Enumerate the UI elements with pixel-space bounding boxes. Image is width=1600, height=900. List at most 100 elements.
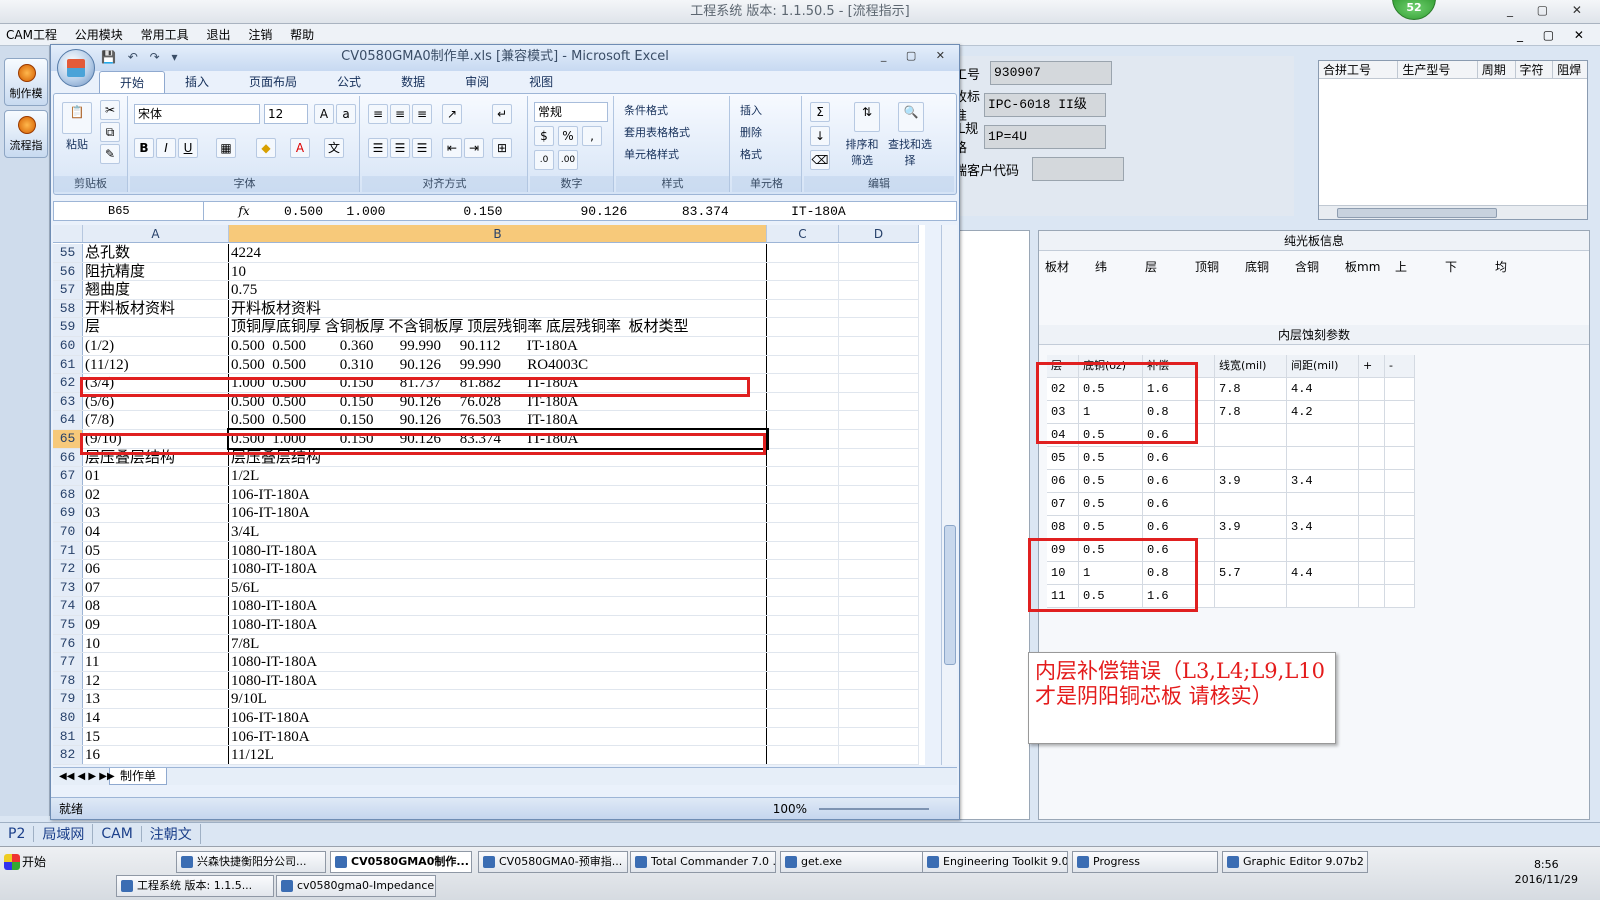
etch-row[interactable]: 08 0.5 0.6 3.9 3.4 [1047, 516, 1415, 539]
tab-formulas[interactable]: 公式 [317, 71, 381, 93]
etch-cell[interactable]: 1 [1079, 562, 1143, 585]
sheet-row[interactable]: 74 08 1080-IT-180A [53, 597, 919, 616]
taskbar-item[interactable]: cv0580gma0-Impedance... [276, 875, 436, 897]
cell-c[interactable] [767, 448, 839, 467]
cell-b[interactable]: 5/6L [229, 578, 767, 597]
cell-d[interactable] [839, 392, 919, 411]
etch-cell[interactable] [1385, 516, 1415, 539]
excel-window-controls[interactable]: _ ▢ ✕ [881, 49, 953, 62]
cell-a[interactable]: 13 [83, 690, 229, 708]
cell-d[interactable] [839, 411, 919, 429]
row-header[interactable]: 74 [53, 597, 83, 615]
sheet-row[interactable]: 71 05 1080-IT-180A [53, 541, 919, 561]
etch-body[interactable]: 02 0.5 1.6 7.8 4.4 03 1 0.8 7.8 4.2 04 0.5 0.6 05 0.5 0… [1047, 378, 1415, 608]
border-icon[interactable]: ▦ [216, 138, 236, 158]
conditional-format-button[interactable]: 条件格式 [624, 102, 668, 118]
etch-cell[interactable] [1359, 424, 1385, 447]
decrease-indent-icon[interactable]: ⇤ [442, 138, 462, 158]
row-header[interactable]: 82 [53, 746, 83, 764]
zoom-slider[interactable] [819, 808, 929, 810]
wrap-text-icon[interactable]: ↵ [492, 104, 512, 124]
cell-d[interactable] [839, 746, 919, 764]
tab-insert[interactable]: 插入 [165, 71, 229, 93]
cell-a[interactable]: 04 [83, 523, 229, 541]
etch-cell[interactable] [1287, 585, 1359, 608]
font-color-icon[interactable]: A [290, 138, 310, 158]
etch-cell[interactable]: 0.6 [1143, 516, 1215, 539]
sheet-row[interactable]: 59 层顶铜厚底铜厚 含铜板厚 不含铜板厚 顶层残铜率 底层残铜率 板材类型 [53, 318, 919, 337]
etch-cell[interactable] [1359, 378, 1385, 401]
cell-b[interactable]: 1.000 0.500 0.150 81.737 81.882 IT-180A [229, 374, 767, 392]
cell-c[interactable] [767, 299, 839, 318]
row-header[interactable]: 68 [53, 485, 83, 504]
menu-tools[interactable]: 常用工具 [141, 28, 189, 42]
etch-cell[interactable]: 0.5 [1079, 539, 1143, 562]
row-header[interactable]: 72 [53, 560, 83, 578]
find-select-icon[interactable]: 🔍 [898, 102, 924, 132]
sheet-row[interactable]: 77 11 1080-IT-180A [53, 653, 919, 672]
name-box[interactable]: B65 [54, 202, 204, 220]
paste-icon[interactable]: 📋 [62, 102, 92, 134]
cell-a[interactable]: 03 [83, 504, 229, 522]
menu-help[interactable]: 帮助 [290, 28, 314, 42]
cell-c[interactable] [767, 244, 839, 262]
cell-a[interactable]: (7/8) [83, 411, 229, 429]
etch-cell[interactable] [1385, 562, 1415, 585]
cell-b[interactable]: 开料板材资料 [229, 299, 767, 318]
row-header[interactable]: 76 [53, 634, 83, 653]
cell-a[interactable]: 06 [83, 560, 229, 578]
etch-cell[interactable]: 07 [1047, 493, 1079, 516]
taskbar-item[interactable]: get.exe [780, 851, 926, 873]
cell-a[interactable]: 开料板材资料 [83, 299, 229, 318]
etch-row[interactable]: 03 1 0.8 7.8 4.2 [1047, 401, 1415, 424]
sheet-row[interactable]: 81 15 106-IT-180A [53, 727, 919, 747]
cell-b[interactable]: 1080-IT-180A [229, 597, 767, 615]
row-header[interactable]: 66 [53, 448, 83, 467]
taskbar-item[interactable]: Progress [1072, 851, 1218, 873]
cut-icon[interactable]: ✂ [100, 100, 120, 120]
cell-c[interactable] [767, 727, 839, 746]
sheet-row[interactable]: 76 10 7/8L [53, 634, 919, 654]
cell-c[interactable] [767, 560, 839, 578]
italic-icon[interactable]: I [156, 138, 176, 158]
combo-col-model[interactable]: 生产型号 [1398, 61, 1478, 78]
cell-b[interactable]: 1080-IT-180A [229, 616, 767, 634]
cell-b[interactable]: 11/12L [229, 746, 767, 764]
flow-guide-button[interactable]: 流程指 [4, 110, 48, 158]
etch-row[interactable]: 05 0.5 0.6 [1047, 447, 1415, 470]
etch-cell[interactable] [1385, 447, 1415, 470]
etch-cell[interactable]: 0.8 [1143, 401, 1215, 424]
etch-row[interactable]: 07 0.5 0.6 [1047, 493, 1415, 516]
etch-cell[interactable]: 0.6 [1143, 539, 1215, 562]
cell-b[interactable]: 106-IT-180A [229, 485, 767, 504]
sheet-row[interactable]: 65 (9/10) 0.500 1.000 0.150 90.126 83.374 … [53, 428, 919, 450]
bold-icon[interactable]: B [134, 138, 154, 158]
cell-b[interactable]: 0.500 0.500 0.310 90.126 99.990 RO4003C [229, 355, 767, 374]
cell-d[interactable] [839, 541, 919, 560]
sheet-row[interactable]: 82 16 11/12L [53, 746, 919, 765]
cell-c[interactable] [767, 634, 839, 653]
etch-cell[interactable] [1385, 585, 1415, 608]
cell-d[interactable] [839, 430, 919, 448]
etch-cell[interactable]: 0.5 [1079, 585, 1143, 608]
cell-c[interactable] [767, 653, 839, 671]
sheet-row[interactable]: 69 03 106-IT-180A [53, 504, 919, 523]
row-header[interactable]: 81 [53, 727, 83, 746]
etch-cell[interactable]: 7.8 [1215, 378, 1287, 401]
standard-field[interactable]: IPC-6018 II级 [984, 93, 1106, 117]
font-name-box[interactable]: 宋体 [134, 104, 260, 124]
cell-a[interactable]: 07 [83, 578, 229, 597]
bottom-tab-user[interactable]: 注朝文 [142, 823, 201, 844]
combo-col-char[interactable]: 字符 [1516, 61, 1554, 78]
cell-a[interactable]: 08 [83, 597, 229, 615]
job-no-field[interactable]: 930907 [990, 61, 1112, 85]
etch-cell[interactable]: 0.6 [1143, 493, 1215, 516]
taskbar-item[interactable]: 工程系统 版本: 1.1.5... [116, 875, 274, 897]
cell-a[interactable]: 02 [83, 485, 229, 504]
office-button[interactable] [57, 49, 95, 87]
combo-col-cycle[interactable]: 周期 [1478, 61, 1516, 78]
etch-cell[interactable] [1385, 539, 1415, 562]
row-header[interactable]: 77 [53, 653, 83, 671]
etch-cell[interactable]: 08 [1047, 516, 1079, 539]
cell-a[interactable]: (5/6) [83, 392, 229, 411]
